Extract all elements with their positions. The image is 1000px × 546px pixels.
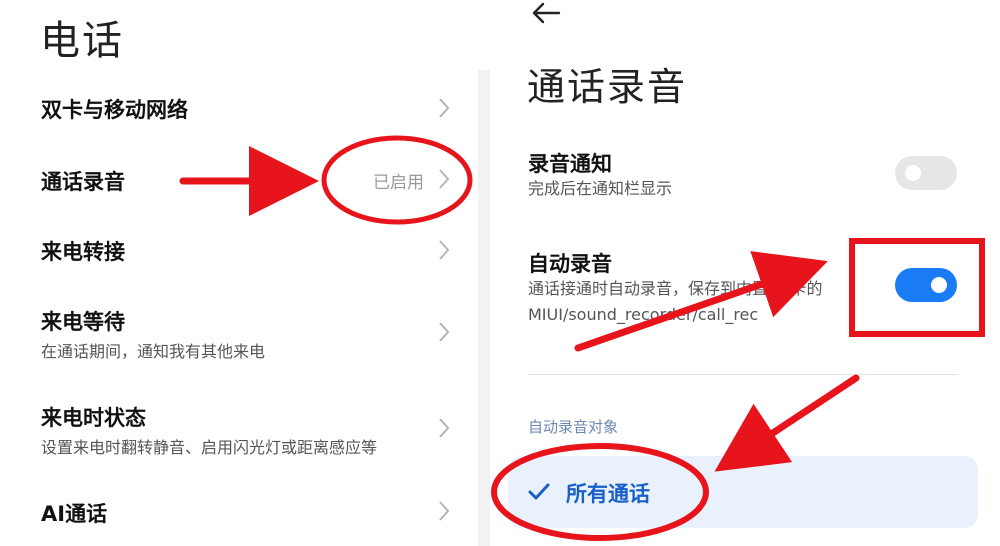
auto-record-toggle[interactable] (895, 268, 957, 302)
list-item-label: 来电转接 (41, 240, 125, 264)
list-item-description: 设置来电时翻转静音、启用闪光灯或距离感应等 (41, 438, 378, 457)
toggle-knob (905, 165, 921, 181)
list-item-ai-call[interactable]: AI通话 (0, 484, 478, 540)
list-item-label: 通话录音 (41, 170, 125, 194)
checkmark-icon (528, 483, 550, 500)
list-item-call-recording[interactable]: 通话录音 已启用 (0, 150, 478, 210)
list-item-label: 来电时状态 (41, 406, 146, 430)
option-label: 所有通话 (566, 482, 650, 506)
setting-title-recording-notice: 录音通知 (528, 152, 612, 176)
list-item-label: 双卡与移动网络 (41, 98, 188, 122)
list-item-dual-sim[interactable]: 双卡与移动网络 (0, 80, 478, 140)
list-item-incoming-call-state[interactable]: 来电时状态 设置来电时翻转静音、启用闪光灯或距离感应等 (0, 392, 478, 468)
page-title: 通话录音 (527, 65, 688, 109)
page-title: 电话 (40, 18, 124, 64)
chevron-right-icon (439, 98, 450, 118)
recording-notice-toggle[interactable] (895, 156, 957, 190)
chevron-right-icon (439, 322, 450, 342)
chevron-right-icon (439, 418, 450, 438)
list-item-call-forwarding[interactable]: 来电转接 (0, 222, 478, 282)
list-item-call-waiting[interactable]: 来电等待 在通话期间，通知我有其他来电 (0, 296, 478, 372)
list-item-label: AI通话 (41, 502, 108, 526)
phone-settings-pane: 电话 双卡与移动网络 通话录音 已启用 来电转接 来电等待 在通话期间，通知我有… (0, 0, 478, 546)
chevron-right-icon (439, 240, 450, 260)
status-value: 已启用 (373, 173, 424, 193)
divider (528, 374, 958, 375)
call-recording-pane: 通话录音 录音通知 完成后在通知栏显示 自动录音 通话接通时自动录音，保存到内置… (490, 0, 1000, 546)
toggle-knob (931, 277, 947, 293)
list-item-description: 在通话期间，通知我有其他来电 (41, 342, 266, 361)
setting-description-recording-notice: 完成后在通知栏显示 (528, 179, 673, 198)
setting-description-auto-record: 通话接通时自动录音，保存到内置SD卡的 MIUI/sound_recorder/… (528, 279, 823, 324)
chevron-right-icon (439, 501, 450, 521)
option-all-calls[interactable]: 所有通话 (508, 456, 978, 528)
section-label: 自动录音对象 (528, 418, 619, 436)
setting-title-auto-record: 自动录音 (528, 252, 612, 276)
list-item-label: 来电等待 (41, 310, 125, 334)
pane-divider (478, 70, 490, 546)
arrow-left-icon[interactable] (530, 0, 562, 26)
chevron-right-icon (439, 169, 450, 189)
